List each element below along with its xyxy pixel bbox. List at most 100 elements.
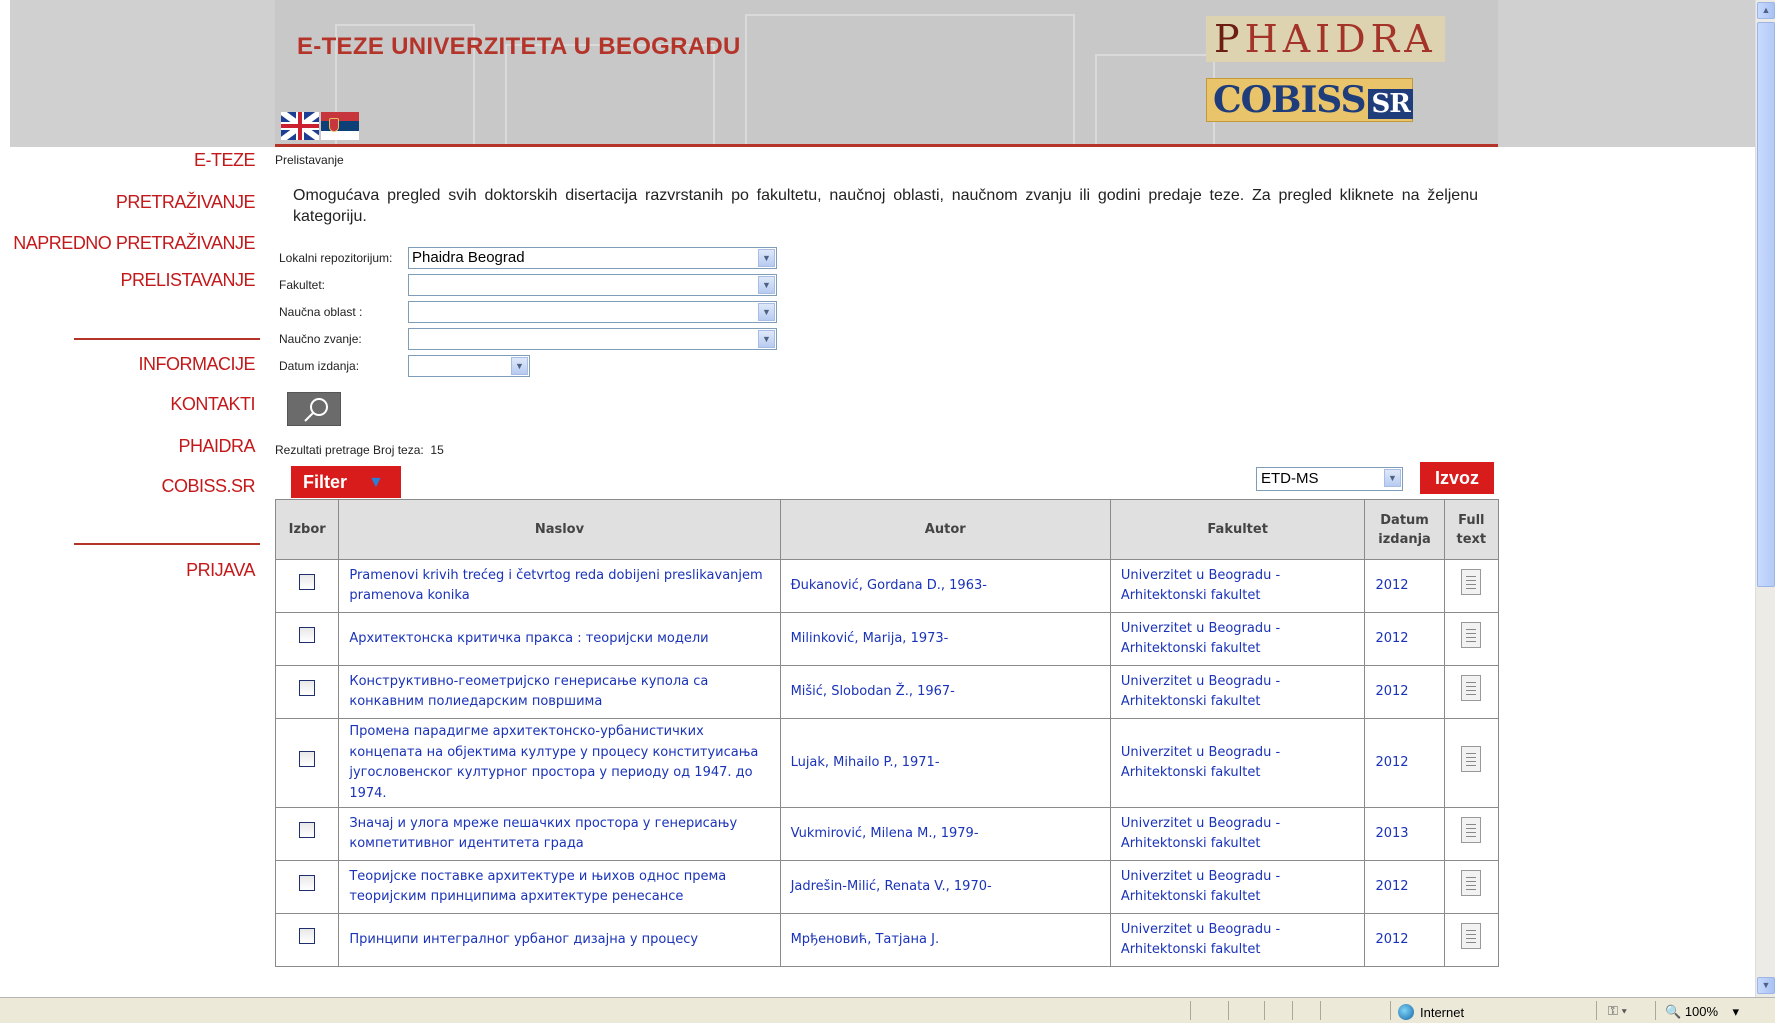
nav-kontakti[interactable]: KONTAKTI — [170, 394, 255, 415]
scroll-down-icon[interactable]: ▼ — [1757, 977, 1775, 994]
nav-phaidra[interactable]: PHAIDRA — [178, 436, 255, 457]
document-icon[interactable] — [1461, 746, 1482, 773]
author-link[interactable]: Mišić, Slobodan Ž., 1967- — [779, 665, 1111, 719]
document-icon[interactable] — [1461, 817, 1482, 844]
chevron-down-icon[interactable]: ▼ — [758, 249, 775, 267]
faculty-link[interactable]: Univerzitet u Beogradu - Arhitektonski f… — [1109, 718, 1366, 808]
author-link[interactable]: Jadrešin-Milić, Renata V., 1970- — [779, 860, 1111, 914]
author-link[interactable]: Đukanović, Gordana D., 1963- — [779, 559, 1111, 613]
table-row: Теоријске поставке архитектуре и њихов о… — [274, 860, 1500, 914]
chevron-down-icon[interactable]: ▼ — [758, 303, 775, 321]
field-label: Naučna oblast : — [279, 305, 363, 319]
row-checkbox[interactable] — [299, 574, 316, 591]
date-link[interactable]: 2012 — [1364, 718, 1445, 808]
faculty-link[interactable]: Univerzitet u Beogradu - Arhitektonski f… — [1109, 807, 1366, 861]
vertical-scrollbar[interactable]: ▲ ▼ — [1755, 0, 1775, 997]
nav-cobiss[interactable]: COBISS.SR — [161, 476, 255, 497]
language-switcher — [281, 112, 359, 140]
chevron-down-icon[interactable]: ▼ — [758, 276, 775, 294]
date-select[interactable]: ▼ — [408, 355, 530, 377]
magnifier-icon — [304, 398, 328, 422]
row-checkbox[interactable] — [299, 627, 316, 644]
export-format-select[interactable]: ETD-MS ▼ — [1256, 467, 1403, 491]
results-count: Rezultati pretrage Broj teza: 15 — [275, 443, 444, 457]
fulltext-cell — [1443, 665, 1500, 719]
faculty-link[interactable]: Univerzitet u Beogradu - Arhitektonski f… — [1109, 559, 1366, 613]
title-link[interactable]: Pramenovi krivih trećeg i četvrtog reda … — [338, 559, 781, 613]
document-icon[interactable] — [1461, 870, 1482, 897]
nav-divider — [74, 338, 260, 340]
scroll-up-icon[interactable]: ▲ — [1757, 2, 1775, 19]
row-checkbox[interactable] — [299, 680, 316, 697]
author-link[interactable]: Мрђеновић, Татјана Ј. — [779, 913, 1111, 967]
row-checkbox[interactable] — [299, 822, 316, 839]
column-header-autor: Autor — [779, 499, 1111, 560]
nav-pretrazivanje[interactable]: PRETRAŽIVANJE — [116, 192, 256, 213]
date-link[interactable]: 2012 — [1364, 612, 1445, 666]
row-checkbox[interactable] — [299, 928, 316, 945]
row-checkbox[interactable] — [299, 751, 316, 768]
repo-select[interactable]: Phaidra Beograd ▼ — [408, 247, 777, 269]
nav-prijava[interactable]: PRIJAVA — [186, 560, 255, 581]
date-label: Datum izdanja: — [279, 359, 360, 373]
serbian-flag-icon[interactable] — [321, 112, 359, 140]
security-zone: Internet — [1398, 1004, 1464, 1020]
cobiss-logo[interactable]: COBISS SR — [1206, 78, 1413, 122]
title-link[interactable]: Архитектонска критичка пракса : теоријск… — [338, 612, 781, 666]
date-link[interactable]: 2012 — [1364, 665, 1445, 719]
document-icon[interactable] — [1461, 923, 1482, 950]
faculty-select[interactable]: ▼ — [408, 274, 777, 296]
table-row: Промена парадигме архитектонско-урбанист… — [274, 718, 1500, 808]
date-link[interactable]: 2012 — [1364, 860, 1445, 914]
table-row: Архитектонска критичка пракса : теоријск… — [274, 612, 1500, 666]
title-link[interactable]: Принципи интегралног урбаног дизајна у п… — [338, 913, 781, 967]
author-link[interactable]: Vukmirović, Milena M., 1979- — [779, 807, 1111, 861]
faculty-link[interactable]: Univerzitet u Beogradu - Arhitektonski f… — [1109, 913, 1366, 967]
column-header-naslov: Naslov — [338, 499, 781, 560]
document-icon[interactable] — [1461, 569, 1482, 596]
zoom-level: 100% — [1684, 1004, 1719, 1019]
title-select[interactable]: ▼ — [408, 328, 777, 350]
date-link[interactable]: 2012 — [1364, 559, 1445, 613]
title-link[interactable]: Теоријске поставке архитектуре и њихов о… — [338, 860, 781, 914]
faculty-link[interactable]: Univerzitet u Beogradu - Arhitektonski f… — [1109, 665, 1366, 719]
column-header-fakultet: Fakultet — [1109, 499, 1366, 560]
nav-informacije[interactable]: INFORMACIJE — [138, 354, 255, 375]
header-banner: E-TEZE UNIVERZITETA U BEOGRADU PHAIDRA C… — [275, 0, 1498, 147]
fulltext-cell — [1443, 807, 1500, 861]
protected-mode-icon[interactable]: ⚿ ▾ — [1608, 1003, 1627, 1019]
nav-e-teze[interactable]: E-TEZE — [194, 150, 256, 171]
table-row: Принципи интегралног урбаног дизајна у п… — [274, 913, 1500, 967]
chevron-down-icon[interactable]: ▾ — [1722, 1004, 1740, 1019]
phaidra-logo[interactable]: PHAIDRA — [1206, 16, 1445, 62]
search-button[interactable] — [287, 392, 341, 426]
title-link[interactable]: Промена парадигме архитектонско-урбанист… — [338, 718, 781, 808]
scrollbar-thumb[interactable] — [1757, 22, 1775, 587]
faculty-link[interactable]: Univerzitet u Beogradu - Arhitektonski f… — [1109, 612, 1366, 666]
author-link[interactable]: Milinković, Marija, 1973- — [779, 612, 1111, 666]
chevron-down-icon[interactable]: ▼ — [511, 357, 528, 375]
author-link[interactable]: Lujak, Mihailo P., 1971- — [779, 718, 1111, 808]
fulltext-cell — [1443, 612, 1500, 666]
date-link[interactable]: 2013 — [1364, 807, 1445, 861]
title-link[interactable]: Конструктивно-геометријско генерисање ку… — [338, 665, 781, 719]
chevron-down-icon[interactable]: ▼ — [1384, 469, 1401, 487]
fulltext-cell — [1443, 913, 1500, 967]
nav-napredno-pretrazivanje[interactable]: NAPREDNO PRETRAŽIVANJE — [13, 233, 255, 254]
document-icon[interactable] — [1461, 675, 1482, 702]
title-link[interactable]: Значај и улога мреже пешачких простора у… — [338, 807, 781, 861]
document-icon[interactable] — [1461, 622, 1482, 649]
faculty-link[interactable]: Univerzitet u Beogradu - Arhitektonski f… — [1109, 860, 1366, 914]
english-flag-icon[interactable] — [281, 112, 319, 140]
chevron-down-icon[interactable]: ▼ — [758, 330, 775, 348]
date-link[interactable]: 2012 — [1364, 913, 1445, 967]
export-button[interactable]: Izvoz — [1420, 462, 1494, 494]
nav-prelistavanje[interactable]: PRELISTAVANJE — [120, 270, 255, 291]
field-select[interactable]: ▼ — [408, 301, 777, 323]
table-row: Pramenovi krivih trećeg i četvrtog reda … — [274, 559, 1500, 613]
filter-button[interactable]: Filter ▼ — [291, 466, 401, 498]
row-checkbox[interactable] — [299, 875, 316, 892]
title-filter-row: Naučno zvanje: ▼ — [279, 328, 777, 350]
zoom-control[interactable]: 🔍 100% ▾ — [1665, 1004, 1739, 1020]
header-right-fill — [1498, 0, 1755, 147]
